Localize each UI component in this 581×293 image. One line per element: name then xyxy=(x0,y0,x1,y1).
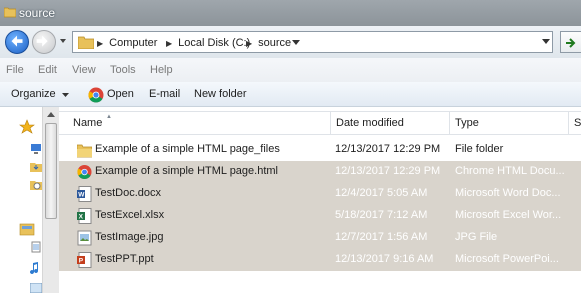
arrow-right-icon xyxy=(36,35,48,47)
breadcrumb-source[interactable]: ▶ source xyxy=(246,36,291,50)
folder-icon xyxy=(77,144,92,158)
breadcrumb-label: Local Disk (C:) xyxy=(178,37,251,49)
column-header-name[interactable]: Name ▲ xyxy=(59,112,331,134)
breadcrumb-computer[interactable]: ▶ Computer xyxy=(97,36,157,50)
breadcrumb-label: source xyxy=(258,37,292,49)
desktop-icon[interactable] xyxy=(30,143,42,155)
chrome-icon xyxy=(88,87,104,103)
libraries-icon[interactable] xyxy=(19,221,35,237)
breadcrumb-label: Computer xyxy=(109,37,158,49)
arrow-left-icon xyxy=(11,35,23,47)
address-history-chevron-icon[interactable] xyxy=(542,39,550,45)
file-date-modified: 12/7/2017 1:56 AM xyxy=(335,231,428,243)
navigation-pane-scrollbar[interactable] xyxy=(42,107,59,293)
file-type: Microsoft PowerPoi... xyxy=(455,253,559,265)
sort-ascending-icon: ▲ xyxy=(106,114,112,120)
column-header-type[interactable]: Type xyxy=(450,112,569,134)
file-date-modified: 12/13/2017 12:29 PM xyxy=(335,143,441,155)
table-row[interactable]: TestImage.jpg 12/7/2017 1:56 AM JPG File xyxy=(59,227,581,249)
file-type: Microsoft Excel Wor... xyxy=(455,209,562,221)
command-toolbar: Organize Open E-mail New folder xyxy=(0,82,581,107)
breadcrumb-separator-icon: ▶ xyxy=(97,38,104,48)
breadcrumb-local-disk[interactable]: ▶ Local Disk (C:) xyxy=(166,36,250,50)
scroll-up-arrow-icon[interactable] xyxy=(47,111,55,117)
folder-icon xyxy=(78,36,94,49)
address-bar-row: ▶ Computer ▶ Local Disk (C:) ▶ source xyxy=(0,26,581,58)
file-list: Name ▲ Date modified Type S Example of a… xyxy=(59,107,581,293)
file-date-modified: 12/13/2017 12:29 PM xyxy=(335,165,441,177)
window-title: source xyxy=(19,6,56,20)
documents-icon[interactable] xyxy=(30,241,42,253)
chrome-html-icon xyxy=(77,164,92,180)
title-bar: source xyxy=(0,0,581,26)
file-date-modified: 12/4/2017 5:05 AM xyxy=(335,187,428,199)
table-row[interactable]: Example of a simple HTML page_files 12/1… xyxy=(59,139,581,161)
file-date-modified: 12/13/2017 9:16 AM xyxy=(335,253,434,265)
forward-button[interactable] xyxy=(32,30,56,54)
file-name: TestDoc.docx xyxy=(95,187,162,199)
pictures-icon[interactable] xyxy=(30,283,42,293)
menu-tools[interactable]: Tools xyxy=(110,64,136,76)
file-type: File folder xyxy=(455,143,504,155)
column-header-size[interactable]: S xyxy=(569,112,581,134)
svg-text:X: X xyxy=(79,214,84,221)
column-header-date-modified[interactable]: Date modified xyxy=(331,112,450,134)
file-date-modified: 5/18/2017 7:12 AM xyxy=(335,209,428,221)
file-name: Example of a simple HTML page_files xyxy=(95,143,280,155)
back-button[interactable] xyxy=(5,30,29,54)
menu-file[interactable]: File xyxy=(6,64,24,76)
breadcrumb-separator-icon: ▶ xyxy=(246,38,253,48)
file-name: TestPPT.ppt xyxy=(95,253,154,265)
refresh-icon xyxy=(566,38,576,48)
table-row[interactable]: P TestPPT.ppt 12/13/2017 9:16 AM Microso… xyxy=(59,249,581,271)
open-button[interactable]: Open xyxy=(107,88,134,100)
refresh-button[interactable] xyxy=(560,31,581,53)
downloads-icon[interactable] xyxy=(30,161,42,173)
file-type: Chrome HTML Docu... xyxy=(455,165,565,177)
navigation-pane xyxy=(0,107,42,293)
menu-bar: File Edit View Tools Help xyxy=(0,58,581,82)
address-field[interactable]: ▶ Computer ▶ Local Disk (C:) ▶ source xyxy=(72,31,553,53)
svg-text:W: W xyxy=(78,192,85,199)
recent-pages-chevron-icon[interactable] xyxy=(59,37,67,45)
menu-view[interactable]: View xyxy=(72,64,96,76)
favorites-star-icon[interactable] xyxy=(19,119,35,135)
file-name: Example of a simple HTML page.html xyxy=(95,165,278,177)
table-row[interactable]: Example of a simple HTML page.html 12/13… xyxy=(59,161,581,183)
chevron-down-icon[interactable] xyxy=(62,93,69,98)
new-folder-button[interactable]: New folder xyxy=(194,88,247,100)
excel-icon: X xyxy=(77,208,92,224)
file-name: TestExcel.xlsx xyxy=(95,209,165,221)
file-name: TestImage.jpg xyxy=(95,231,164,243)
table-row[interactable]: W TestDoc.docx 12/4/2017 5:05 AM Microso… xyxy=(59,183,581,205)
chevron-down-icon[interactable] xyxy=(292,40,300,46)
scrollbar-thumb[interactable] xyxy=(45,123,57,219)
menu-help[interactable]: Help xyxy=(150,64,173,76)
powerpoint-icon: P xyxy=(77,252,92,268)
recent-places-icon[interactable] xyxy=(30,179,42,191)
menu-edit[interactable]: Edit xyxy=(38,64,57,76)
file-type: Microsoft Word Doc... xyxy=(455,187,561,199)
column-header-label: Name xyxy=(73,117,103,129)
table-row[interactable]: X TestExcel.xlsx 5/18/2017 7:12 AM Micro… xyxy=(59,205,581,227)
organize-button[interactable]: Organize xyxy=(11,88,56,100)
music-icon[interactable] xyxy=(30,261,42,275)
svg-text:P: P xyxy=(79,258,84,265)
column-header-row: Name ▲ Date modified Type S xyxy=(59,111,581,135)
word-doc-icon: W xyxy=(77,186,92,202)
email-button[interactable]: E-mail xyxy=(149,88,180,100)
file-type: JPG File xyxy=(455,231,498,243)
breadcrumb-separator-icon: ▶ xyxy=(166,38,173,48)
folder-icon xyxy=(4,7,16,18)
image-icon xyxy=(77,230,92,246)
